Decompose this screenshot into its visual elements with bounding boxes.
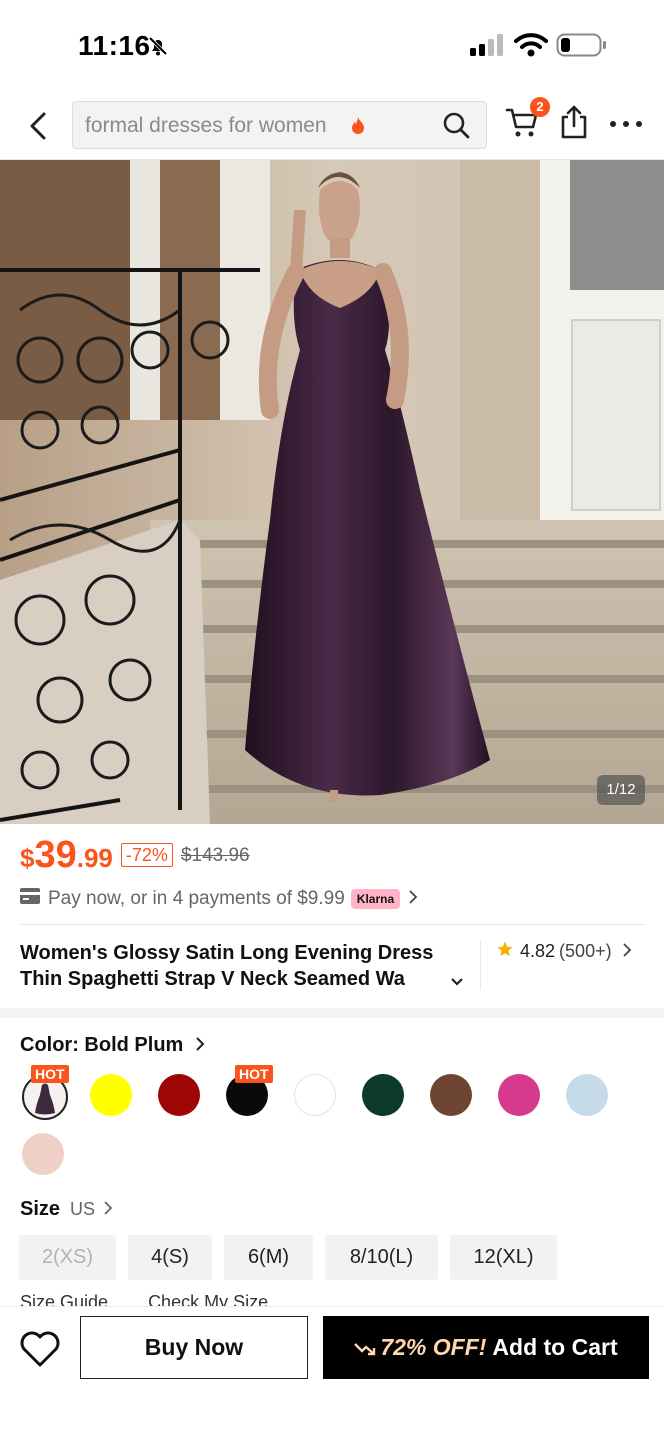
product-title-line1: Women's Glossy Satin Long Evening Dress bbox=[20, 942, 434, 964]
klarna-badge: Klarna bbox=[350, 889, 401, 909]
original-price: $143.96 bbox=[180, 845, 250, 866]
color-swatch-light-blue[interactable] bbox=[566, 1074, 608, 1116]
size-option-s[interactable]: 4(S) bbox=[128, 1235, 212, 1280]
price-main: 39 bbox=[34, 834, 77, 876]
review-count: (500+) bbox=[559, 941, 612, 961]
color-swatch-pink[interactable] bbox=[498, 1074, 540, 1116]
bottom-action-bar: Buy Now 72% OFF! Add to Cart bbox=[0, 1306, 664, 1440]
color-swatch-champagne[interactable] bbox=[22, 1133, 64, 1175]
discount-badge: -72% bbox=[120, 843, 173, 867]
size-guide-link[interactable]: Size Guide bbox=[20, 1292, 108, 1306]
product-title[interactable]: Women's Glossy Satin Long Evening Dress … bbox=[20, 940, 480, 992]
heart-icon bbox=[20, 1331, 60, 1367]
product-photo bbox=[0, 160, 664, 824]
color-swatch-yellow[interactable] bbox=[90, 1074, 132, 1116]
color-swatch-red[interactable] bbox=[158, 1074, 200, 1116]
product-image[interactable]: 1/12 bbox=[0, 160, 664, 824]
color-label-text: Color: Bold Plum bbox=[20, 1034, 184, 1056]
size-links: Size Guide Check My Size bbox=[20, 1292, 308, 1306]
chevron-right-icon bbox=[622, 941, 632, 962]
installment-row[interactable]: Pay now, or in 4 payments of $9.99 Klarn… bbox=[20, 884, 418, 914]
product-title-line2: Thin Spaghetti Strap V Neck Seamed Wa bbox=[20, 968, 405, 990]
search-placeholder: formal dresses for women bbox=[85, 114, 327, 137]
hot-badge: HOT bbox=[235, 1065, 273, 1083]
chevron-down-icon[interactable] bbox=[450, 974, 464, 992]
top-nav: formal dresses for women 2 bbox=[0, 92, 664, 160]
search-icon[interactable] bbox=[441, 110, 471, 145]
status-time: 11:16 bbox=[78, 30, 151, 61]
size-label-text: Size bbox=[20, 1198, 61, 1220]
size-unit: US bbox=[70, 1199, 96, 1219]
trend-down-icon bbox=[354, 1317, 376, 1380]
share-icon bbox=[561, 105, 587, 139]
bell-muted-icon bbox=[146, 34, 170, 63]
more-button[interactable] bbox=[608, 112, 648, 136]
chevron-right-icon bbox=[195, 1034, 205, 1057]
hot-badge: HOT bbox=[31, 1065, 69, 1083]
installment-text: Pay now, or in 4 payments of $9.99 bbox=[48, 888, 345, 909]
section-separator bbox=[0, 1008, 664, 1018]
wifi-icon bbox=[514, 32, 548, 63]
size-option-xs[interactable]: 2(XS) bbox=[19, 1235, 116, 1280]
buy-now-button[interactable]: Buy Now bbox=[80, 1316, 308, 1379]
chevron-right-icon bbox=[408, 888, 418, 910]
color-swatch-white[interactable] bbox=[294, 1074, 336, 1116]
add-to-cart-button[interactable]: 72% OFF! Add to Cart bbox=[323, 1316, 649, 1379]
price-currency: $ bbox=[20, 843, 35, 873]
search-input[interactable]: formal dresses for women bbox=[72, 101, 487, 149]
chevron-right-icon bbox=[103, 1198, 113, 1221]
wallet-icon bbox=[20, 888, 40, 910]
add-to-cart-label: Add to Cart bbox=[492, 1334, 618, 1360]
share-button[interactable] bbox=[558, 104, 592, 144]
chevron-left-icon bbox=[30, 112, 46, 140]
color-swatch-brown[interactable] bbox=[430, 1074, 472, 1116]
check-my-size-link[interactable]: Check My Size bbox=[148, 1292, 268, 1306]
color-swatch-dark-green[interactable] bbox=[362, 1074, 404, 1116]
back-button[interactable] bbox=[18, 106, 58, 146]
color-selector-label[interactable]: Color: Bold Plum bbox=[20, 1034, 205, 1057]
cart-count-badge: 2 bbox=[530, 97, 550, 117]
battery-icon bbox=[556, 32, 608, 63]
rating-value: 4.82 bbox=[520, 941, 556, 961]
size-selector-label[interactable]: Size US bbox=[20, 1198, 113, 1221]
divider bbox=[480, 940, 481, 990]
size-option-xl[interactable]: 12(XL) bbox=[450, 1235, 557, 1280]
signal-icon bbox=[470, 34, 506, 61]
more-icon bbox=[610, 121, 642, 127]
status-bar: 11:16 bbox=[0, 0, 664, 92]
rating-summary[interactable]: 4.82 (500+) bbox=[496, 940, 632, 963]
size-option-l[interactable]: 8/10(L) bbox=[325, 1235, 438, 1280]
price-cents: .99 bbox=[76, 843, 113, 873]
size-option-m[interactable]: 6(M) bbox=[224, 1235, 313, 1280]
price-row: $ 39 .99 -72% $143.96 bbox=[20, 834, 250, 878]
star-icon bbox=[496, 940, 514, 963]
fire-icon bbox=[351, 116, 365, 139]
wishlist-button[interactable] bbox=[18, 1329, 62, 1373]
promo-text: 72% OFF! bbox=[380, 1334, 487, 1360]
divider bbox=[20, 924, 646, 925]
image-counter: 1/12 bbox=[597, 775, 645, 805]
